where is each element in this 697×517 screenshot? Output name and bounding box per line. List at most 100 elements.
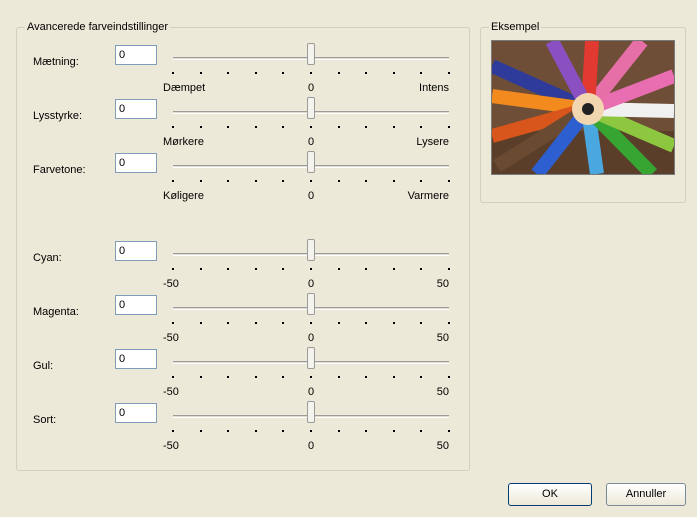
slider-tick (337, 376, 340, 378)
hue-value-input[interactable]: 0 (115, 153, 157, 173)
hue-slider-thumb[interactable] (307, 151, 315, 173)
slider-tick (227, 72, 230, 74)
hue-min-label: Køligere (163, 190, 204, 202)
ok-button[interactable]: OK (508, 483, 592, 506)
slider-tick (310, 268, 312, 270)
saturation-value-input[interactable]: 0 (115, 45, 157, 65)
yellow-mid-label: 0 (307, 386, 315, 398)
black-max-label: 50 (436, 440, 449, 452)
slider-tick (227, 430, 230, 432)
cyan-value-input[interactable]: 0 (115, 241, 157, 261)
slider-row-black: Sort: 0 -50 0 50 (17, 400, 477, 460)
slider-tick (365, 180, 368, 182)
slider-tick (420, 376, 423, 378)
slider-tick (254, 126, 257, 128)
saturation-slider-thumb[interactable] (307, 43, 315, 65)
black-slider-thumb[interactable] (307, 401, 315, 423)
hue-label: Farvetone: (33, 164, 86, 176)
slider-tick (337, 268, 340, 270)
slider-tick (282, 268, 285, 270)
example-group-title: Eksempel (489, 21, 542, 34)
brightness-value-input[interactable]: 0 (115, 99, 157, 119)
saturation-label: Mætning: (33, 56, 79, 68)
slider-tick (310, 72, 312, 74)
slider-tick (448, 376, 450, 378)
cyan-max-label: 50 (436, 278, 449, 290)
slider-tick (448, 268, 450, 270)
saturation-min-label: Dæmpet (163, 82, 206, 94)
brightness-min-label: Mørkere (163, 136, 204, 148)
cancel-button[interactable]: Annuller (606, 483, 686, 506)
magenta-min-label: -50 (163, 332, 179, 344)
yellow-min-label: -50 (163, 386, 179, 398)
saturation-mid-label: 0 (307, 82, 315, 94)
slider-tick (282, 72, 285, 74)
slider-tick (310, 322, 312, 324)
yellow-slider-thumb[interactable] (307, 347, 315, 369)
black-min-label: -50 (163, 440, 179, 452)
cyan-min-label: -50 (163, 278, 179, 290)
slider-tick (227, 180, 230, 182)
slider-tick (199, 430, 202, 432)
slider-tick (227, 376, 230, 378)
yellow-label: Gul: (33, 360, 54, 372)
slider-tick (254, 430, 257, 432)
slider-tick (365, 430, 368, 432)
colored-pencils-image (491, 40, 675, 175)
slider-tick (420, 430, 423, 432)
yellow-max-label: 50 (436, 386, 449, 398)
slider-tick (392, 72, 395, 74)
advanced-color-settings-group: Avancerede farveindstillinger Mætning: 0 D… (16, 21, 470, 471)
slider-tick (172, 72, 174, 74)
brightness-slider-thumb[interactable] (307, 97, 315, 119)
slider-row-brightness: Lysstyrke: 0 Mørkere 0 Lysere (17, 96, 477, 156)
yellow-value-input[interactable]: 0 (115, 349, 157, 369)
hue-max-label: Varmere (407, 190, 449, 202)
slider-tick (448, 180, 450, 182)
magenta-label: Magenta: (33, 306, 79, 318)
slider-tick (448, 322, 450, 324)
slider-tick (199, 72, 202, 74)
slider-tick (254, 268, 257, 270)
black-label: Sort: (33, 414, 57, 426)
slider-tick (199, 322, 202, 324)
slider-tick (392, 322, 395, 324)
slider-tick (227, 126, 230, 128)
slider-tick (310, 180, 312, 182)
slider-tick (337, 430, 340, 432)
slider-tick (172, 268, 174, 270)
slider-tick (448, 126, 450, 128)
saturation-max-label: Intens (419, 82, 449, 94)
slider-tick (392, 430, 395, 432)
preview-pencils-icon (492, 41, 674, 174)
magenta-slider-thumb[interactable] (307, 293, 315, 315)
example-group: Eksempel (480, 21, 686, 203)
slider-tick (420, 72, 423, 74)
slider-tick (392, 126, 395, 128)
slider-tick (392, 268, 395, 270)
slider-tick (337, 72, 340, 74)
slider-tick (254, 322, 257, 324)
slider-tick (199, 180, 202, 182)
cyan-slider-thumb[interactable] (307, 239, 315, 261)
slider-tick (254, 180, 257, 182)
brightness-label: Lysstyrke: (33, 110, 83, 122)
black-mid-label: 0 (307, 440, 315, 452)
slider-tick (227, 268, 230, 270)
slider-tick (254, 72, 257, 74)
slider-tick (282, 126, 285, 128)
slider-tick (310, 376, 312, 378)
cyan-label: Cyan: (33, 252, 62, 264)
slider-tick (172, 376, 174, 378)
slider-tick (282, 430, 285, 432)
group-title: Avancerede farveindstillinger (25, 21, 171, 34)
magenta-value-input[interactable]: 0 (115, 295, 157, 315)
slider-tick (172, 322, 174, 324)
slider-tick (337, 180, 340, 182)
slider-tick (282, 180, 285, 182)
black-value-input[interactable]: 0 (115, 403, 157, 423)
slider-tick (365, 268, 368, 270)
slider-tick (365, 72, 368, 74)
slider-tick (337, 126, 340, 128)
slider-tick (254, 376, 257, 378)
